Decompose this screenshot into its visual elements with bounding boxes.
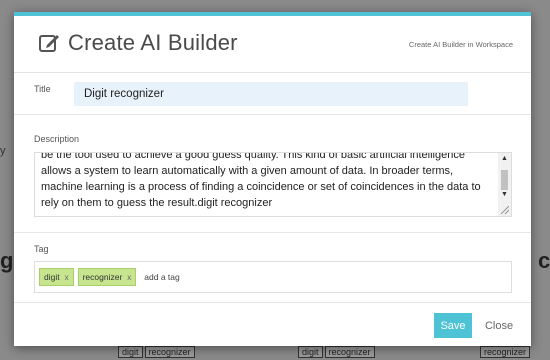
divider bbox=[14, 232, 531, 233]
description-textarea[interactable]: be the tool used to achieve a good guess… bbox=[34, 152, 512, 217]
tag-chip-label: digit bbox=[44, 272, 60, 282]
divider bbox=[14, 114, 531, 115]
description-label: Description bbox=[34, 134, 80, 144]
background-tag: digit bbox=[118, 346, 143, 358]
description-text: be the tool used to achieve a good guess… bbox=[41, 152, 481, 209]
background-tag: digit bbox=[298, 346, 323, 358]
divider bbox=[14, 302, 531, 303]
background-heading-fragment: c bbox=[538, 248, 550, 273]
tag-remove-icon[interactable]: x bbox=[127, 273, 131, 282]
background-tag: recognizer bbox=[144, 346, 195, 358]
title-input[interactable]: Digit recognizer bbox=[74, 82, 468, 106]
scroll-thumb[interactable] bbox=[501, 170, 508, 190]
background-heading-fragment: g bbox=[0, 248, 14, 273]
tag-input-box[interactable]: digit x recognizer x add a tag bbox=[34, 261, 512, 293]
background-tag: recognizer bbox=[324, 346, 375, 358]
save-button[interactable]: Save bbox=[434, 313, 472, 338]
tag-chip: recognizer x bbox=[77, 268, 137, 286]
tag-chip: digit x bbox=[39, 268, 74, 286]
scroll-up-icon[interactable]: ▲ bbox=[498, 155, 511, 162]
description-scrollbar[interactable]: ▲ ▼ bbox=[498, 153, 511, 216]
modal-title: Create AI Builder bbox=[68, 30, 238, 55]
modal-header: Create AI Builder Create AI Builder in W… bbox=[14, 16, 531, 73]
tag-label: Tag bbox=[34, 244, 49, 254]
tag-chip-label: recognizer bbox=[82, 272, 123, 282]
tag-remove-icon[interactable]: x bbox=[65, 273, 69, 282]
resize-grip-icon[interactable] bbox=[501, 206, 509, 214]
background-tags: digitrecognizer bbox=[298, 346, 377, 358]
create-ai-builder-modal: Create AI Builder Create AI Builder in W… bbox=[14, 12, 531, 346]
create-in-workspace-link[interactable]: Create AI Builder in Workspace bbox=[409, 40, 513, 49]
scroll-down-icon[interactable]: ▼ bbox=[498, 191, 511, 198]
add-tag-input[interactable]: add a tag bbox=[144, 272, 179, 282]
background-tag: recognizer bbox=[480, 346, 531, 358]
background-text: y bbox=[0, 145, 6, 157]
background-tags: digitrecognizer bbox=[118, 346, 197, 358]
title-label: Title bbox=[34, 84, 51, 94]
edit-icon bbox=[38, 31, 62, 55]
close-button[interactable]: Close bbox=[481, 313, 517, 338]
modal-title-wrap: Create AI Builder bbox=[38, 30, 238, 56]
